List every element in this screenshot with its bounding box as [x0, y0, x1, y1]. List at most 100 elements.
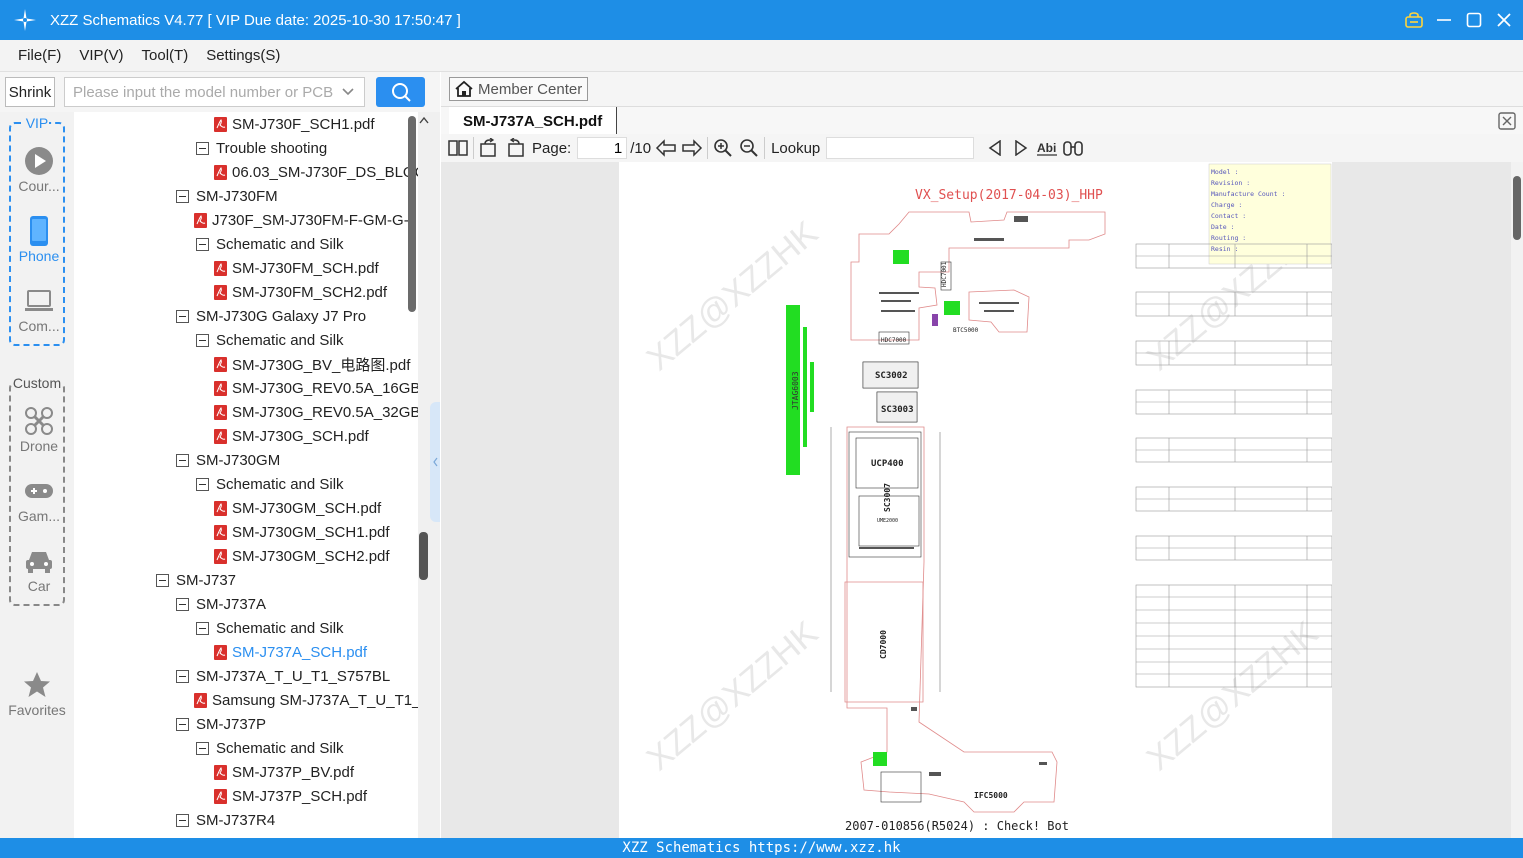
- tree-file-item[interactable]: SM-J737A_SCH.pdf: [214, 640, 367, 664]
- page-number-input[interactable]: [577, 137, 628, 159]
- tree-folder-item[interactable]: SM-J737A_T_U_T1_S757BL: [176, 664, 390, 688]
- category-drone[interactable]: Drone: [2, 404, 76, 454]
- svg-text:HDC7001: HDC7001: [941, 261, 948, 287]
- collapse-icon[interactable]: [176, 453, 189, 467]
- rotate-left-button[interactable]: [478, 137, 500, 159]
- close-button[interactable]: [1495, 11, 1513, 29]
- tab-document[interactable]: SM-J737A_SCH.pdf: [449, 107, 618, 135]
- chevron-down-icon[interactable]: [340, 84, 356, 100]
- collapse-icon[interactable]: [176, 717, 189, 731]
- category-courses[interactable]: Cour...: [2, 144, 76, 194]
- tree-folder-item[interactable]: SM-J737R4: [176, 808, 275, 832]
- svg-text:SC3007: SC3007: [883, 483, 892, 512]
- status-bar: XZZ Schematics https://www.xzz.hk: [0, 838, 1523, 858]
- collapse-icon[interactable]: [196, 621, 209, 635]
- maximize-button[interactable]: [1465, 11, 1483, 29]
- tree-folder-item[interactable]: SM-J737A: [176, 592, 266, 616]
- collapse-icon[interactable]: [176, 597, 189, 611]
- tree-file-item[interactable]: 06.03_SM-J730F_DS_BLOC: [214, 160, 418, 184]
- tree-file-item[interactable]: SM-J730F_SCH1.pdf: [214, 112, 375, 136]
- search-input[interactable]: [64, 77, 365, 107]
- scroll-up-icon[interactable]: [419, 116, 429, 127]
- tree-file-item[interactable]: SM-J730FM_SCH2.pdf: [214, 280, 387, 304]
- binoculars-icon[interactable]: [1062, 137, 1084, 159]
- tree-folder-item[interactable]: SM-J737P: [176, 712, 266, 736]
- tree-folder-item[interactable]: Schematic and Silk: [196, 472, 344, 496]
- tree-file-item[interactable]: Samsung SM-J737A_T_U_T1_: [194, 688, 418, 712]
- collapse-icon[interactable]: [196, 333, 209, 347]
- tree-file-item[interactable]: SM-J730G_REV0.5A_16GB: [214, 376, 418, 400]
- tree-folder-item[interactable]: SM-J730FM: [176, 184, 278, 208]
- collapse-icon[interactable]: [176, 669, 189, 683]
- collapse-icon[interactable]: [156, 573, 169, 587]
- tree-file-item[interactable]: SM-J737P_BV.pdf: [214, 760, 354, 784]
- drone-icon: [2, 404, 76, 438]
- collapse-icon[interactable]: [176, 309, 189, 323]
- zoom-out-button[interactable]: [738, 137, 760, 159]
- previous-page-button[interactable]: [655, 137, 677, 159]
- close-tabs-icon[interactable]: [1497, 111, 1517, 131]
- viewer-scrollbar[interactable]: [1511, 162, 1523, 838]
- tree-file-item[interactable]: SM-J730G_BV_电路图.pdf: [214, 352, 410, 376]
- pdf-file-icon: [214, 548, 227, 564]
- collapse-icon[interactable]: [196, 477, 209, 491]
- pdf-file-icon: [214, 164, 227, 180]
- laptop-icon: [2, 284, 76, 318]
- menu-file[interactable]: File(F): [10, 47, 69, 64]
- pdf-viewer[interactable]: XZZ@XZZHK XZZ@XZZHK XZZ@XZZHK XZZ@XZZHK …: [441, 162, 1523, 838]
- collapse-panel-handle[interactable]: [430, 402, 440, 522]
- tree-folder-item[interactable]: SM-J730GM: [176, 448, 280, 472]
- find-previous-button[interactable]: [984, 137, 1006, 159]
- tree-folder-item[interactable]: SM-J730G Galaxy J7 Pro: [176, 304, 366, 328]
- category-label: Car: [27, 578, 51, 594]
- svg-text:SC3003: SC3003: [881, 405, 914, 415]
- tree-file-item[interactable]: SM-J730GM_SCH.pdf: [214, 496, 381, 520]
- lookup-input[interactable]: [826, 137, 975, 159]
- collapse-icon[interactable]: [196, 141, 209, 155]
- menu-settings[interactable]: Settings(S): [198, 47, 288, 64]
- next-page-button[interactable]: [681, 137, 703, 159]
- tree-folder-item[interactable]: Schematic and Silk: [196, 616, 344, 640]
- category-phone[interactable]: Phone: [2, 214, 76, 264]
- svg-text:Resin :: Resin :: [1211, 245, 1238, 253]
- tree-file-item[interactable]: J730F_SM-J730FM-F-GM-G-I: [194, 208, 413, 232]
- rotate-right-button[interactable]: [504, 137, 526, 159]
- match-case-icon[interactable]: Abi: [1036, 137, 1058, 159]
- tree-folder-item[interactable]: Schematic and Silk: [196, 736, 344, 760]
- pdf-file-icon: [194, 692, 207, 708]
- tree-file-item[interactable]: SM-J730FM_SCH.pdf: [214, 256, 379, 280]
- tree-file-item[interactable]: SM-J730G_REV0.5A_32GB: [214, 400, 418, 424]
- tree-folder-item[interactable]: Schematic and Silk: [196, 328, 344, 352]
- member-center-button[interactable]: Member Center: [449, 77, 588, 101]
- zoom-in-button[interactable]: [712, 137, 734, 159]
- two-page-view-button[interactable]: [447, 137, 469, 159]
- category-car[interactable]: Car: [2, 544, 76, 594]
- lock-icon[interactable]: [1405, 11, 1423, 29]
- minimize-button[interactable]: [1435, 11, 1453, 29]
- tree-scrollbar[interactable]: [408, 116, 416, 312]
- find-next-button[interactable]: [1010, 137, 1032, 159]
- menu-tool[interactable]: Tool(T): [134, 47, 197, 64]
- tree-file-item[interactable]: SM-J737P_SCH.pdf: [214, 784, 367, 808]
- shrink-button[interactable]: Shrink: [5, 77, 55, 107]
- tree-file-item[interactable]: SM-J730GM_SCH1.pdf: [214, 520, 390, 544]
- panel-scrollbar[interactable]: [419, 532, 428, 580]
- tree-folder-item[interactable]: Schematic and Silk: [196, 232, 344, 256]
- tree-folder-item[interactable]: SM-J737: [156, 568, 236, 592]
- search-button[interactable]: [376, 77, 425, 107]
- collapse-icon[interactable]: [196, 741, 209, 755]
- tree-file-item[interactable]: SM-J730GM_SCH2.pdf: [214, 544, 390, 568]
- tree-item-label: SM-J737: [176, 571, 237, 589]
- tree-item-label: 06.03_SM-J730F_DS_BLOC: [232, 163, 418, 181]
- vip-category-group: VIP Cour... Phone Com...: [9, 115, 65, 346]
- tree-folder-item[interactable]: Trouble shooting: [196, 136, 327, 160]
- collapse-icon[interactable]: [196, 237, 209, 251]
- collapse-icon[interactable]: [176, 813, 189, 827]
- menu-vip[interactable]: VIP(V): [71, 47, 131, 64]
- collapse-icon[interactable]: [176, 189, 189, 203]
- category-label: Phone: [18, 248, 60, 264]
- category-computer[interactable]: Com...: [2, 284, 76, 334]
- tree-file-item[interactable]: SM-J730G_SCH.pdf: [214, 424, 369, 448]
- category-games[interactable]: Gam...: [2, 474, 76, 524]
- favorites-button[interactable]: Favorites: [0, 668, 74, 718]
